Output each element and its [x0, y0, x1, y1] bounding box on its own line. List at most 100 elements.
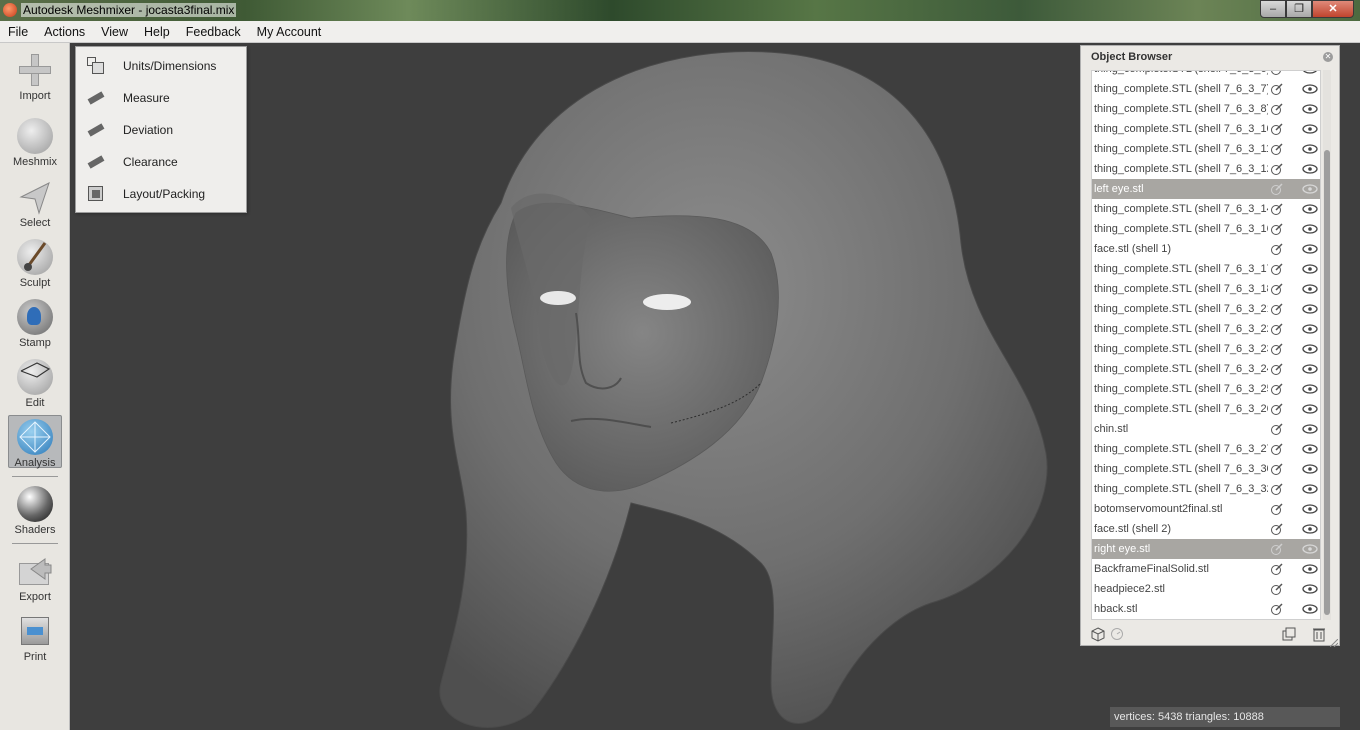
minimize-button[interactable]: – — [1260, 0, 1286, 18]
object-row[interactable]: thing_complete.STL (shell 7_6_3_30) — [1092, 459, 1320, 479]
clearance-item[interactable]: Clearance — [76, 146, 246, 178]
object-row[interactable]: left eye.stl — [1092, 179, 1320, 199]
visibility-eye-icon[interactable] — [1302, 383, 1318, 395]
visibility-eye-icon[interactable] — [1302, 483, 1318, 495]
object-row[interactable]: face.stl (shell 1) — [1092, 239, 1320, 259]
visibility-eye-icon[interactable] — [1302, 263, 1318, 275]
menu-my-account[interactable]: My Account — [249, 21, 330, 43]
visibility-eye-icon[interactable] — [1302, 283, 1318, 295]
visibility-eye-icon[interactable] — [1302, 563, 1318, 575]
visibility-eye-icon[interactable] — [1302, 503, 1318, 515]
object-row[interactable]: thing_complete.STL (shell 7_6_3_21) — [1092, 299, 1320, 319]
meshmix-tool[interactable]: Meshmix — [8, 115, 62, 168]
object-row[interactable]: thing_complete.STL (shell 7_6_3_14) — [1092, 199, 1320, 219]
scrollbar-thumb[interactable] — [1324, 150, 1330, 615]
visibility-eye-icon[interactable] — [1302, 243, 1318, 255]
visibility-eye-icon[interactable] — [1302, 423, 1318, 435]
edit-object-icon[interactable] — [1270, 382, 1284, 396]
import-tool[interactable]: Import — [8, 49, 62, 102]
edit-object-icon[interactable] — [1270, 442, 1284, 456]
edit-object-icon[interactable] — [1270, 582, 1284, 596]
object-row[interactable]: thing_complete.STL (shell 7_6_3_24) — [1092, 359, 1320, 379]
object-row[interactable]: thing_complete.STL (shell 7_6_3_27) — [1092, 439, 1320, 459]
object-row[interactable]: thing_complete.STL (shell 7_6_3_12) — [1092, 159, 1320, 179]
object-row[interactable]: botomservomount2final.stl — [1092, 499, 1320, 519]
edit-object-icon[interactable] — [1270, 602, 1284, 616]
visibility-eye-icon[interactable] — [1302, 583, 1318, 595]
visibility-eye-icon[interactable] — [1302, 543, 1318, 555]
edit-object-icon[interactable] — [1270, 162, 1284, 176]
analysis-tool[interactable]: Analysis — [8, 415, 62, 469]
resize-grip-icon[interactable] — [1329, 636, 1339, 648]
object-row[interactable]: BackframeFinalSolid.stl — [1092, 559, 1320, 579]
edit-object-icon[interactable] — [1270, 462, 1284, 476]
export-tool[interactable]: Export — [8, 550, 62, 603]
sculpt-tool[interactable]: Sculpt — [8, 236, 62, 289]
units-dimensions-item[interactable]: Units/Dimensions — [76, 50, 246, 82]
visibility-eye-icon[interactable] — [1302, 203, 1318, 215]
edit-object-icon[interactable] — [1270, 402, 1284, 416]
edit-object-icon[interactable] — [1270, 322, 1284, 336]
edit-object-icon[interactable] — [1270, 142, 1284, 156]
edit-object-icon[interactable] — [1270, 522, 1284, 536]
edit-object-icon[interactable] — [1270, 222, 1284, 236]
visibility-eye-icon[interactable] — [1302, 71, 1318, 75]
visibility-eye-icon[interactable] — [1302, 163, 1318, 175]
object-row[interactable]: thing_complete.STL (shell 7_6_3_11) — [1092, 139, 1320, 159]
close-icon[interactable]: ✕ — [1323, 52, 1333, 62]
edit-tool[interactable]: Edit — [8, 356, 62, 409]
edit-object-icon[interactable] — [1270, 562, 1284, 576]
visibility-eye-icon[interactable] — [1302, 123, 1318, 135]
edit-object-icon[interactable] — [1270, 342, 1284, 356]
edit-object-icon[interactable] — [1270, 302, 1284, 316]
object-list-scrollbar[interactable] — [1323, 70, 1331, 620]
edit-object-icon[interactable] — [1270, 422, 1284, 436]
object-row[interactable]: chin.stl — [1092, 419, 1320, 439]
shaders-tool[interactable]: Shaders — [8, 483, 62, 536]
object-row[interactable]: thing_complete.STL (shell 7_6_3_25) — [1092, 379, 1320, 399]
visibility-eye-icon[interactable] — [1302, 103, 1318, 115]
edit-object-icon[interactable] — [1270, 542, 1284, 556]
visibility-eye-icon[interactable] — [1302, 183, 1318, 195]
object-row[interactable]: hback.stl — [1092, 599, 1320, 619]
visibility-eye-icon[interactable] — [1302, 443, 1318, 455]
visibility-eye-icon[interactable] — [1302, 223, 1318, 235]
edit-object-icon[interactable] — [1270, 502, 1284, 516]
object-row[interactable]: thing_complete.STL (shell 7_6_3_8) — [1092, 99, 1320, 119]
visibility-eye-icon[interactable] — [1302, 403, 1318, 415]
object-list[interactable]: thing_complete.STL (shell 7_6_3_6) thing_… — [1091, 70, 1321, 620]
menu-actions[interactable]: Actions — [36, 21, 93, 43]
edit-object-icon[interactable] — [1270, 202, 1284, 216]
visibility-eye-icon[interactable] — [1302, 303, 1318, 315]
cube-icon[interactable] — [1090, 626, 1106, 642]
menu-feedback[interactable]: Feedback — [178, 21, 249, 43]
object-row[interactable]: right eye.stl — [1092, 539, 1320, 559]
edit-object-icon[interactable] — [1270, 242, 1284, 256]
menu-help[interactable]: Help — [136, 21, 178, 43]
object-row[interactable]: headpiece2.stl — [1092, 579, 1320, 599]
edit-object-icon[interactable] — [1270, 122, 1284, 136]
object-row[interactable]: face.stl (shell 2) — [1092, 519, 1320, 539]
object-row[interactable]: thing_complete.STL (shell 7_6_3_23) — [1092, 339, 1320, 359]
visibility-eye-icon[interactable] — [1302, 523, 1318, 535]
visibility-eye-icon[interactable] — [1302, 463, 1318, 475]
stamp-tool[interactable]: Stamp — [8, 296, 62, 349]
visibility-eye-icon[interactable] — [1302, 363, 1318, 375]
measure-item[interactable]: Measure — [76, 82, 246, 114]
duplicate-icon[interactable] — [1281, 626, 1297, 642]
visibility-eye-icon[interactable] — [1302, 343, 1318, 355]
visibility-eye-icon[interactable] — [1302, 323, 1318, 335]
object-row[interactable]: thing_complete.STL (shell 7_6_3_22) — [1092, 319, 1320, 339]
object-row[interactable]: thing_complete.STL (shell 7_6_3_6) — [1092, 71, 1320, 79]
object-row[interactable]: thing_complete.STL (shell 7_6_3_10) — [1092, 119, 1320, 139]
object-row[interactable]: thing_complete.STL (shell 7_6_3_26) — [1092, 399, 1320, 419]
edit-object-icon[interactable] — [1270, 182, 1284, 196]
maximize-button[interactable]: ❐ — [1286, 0, 1312, 18]
object-row[interactable]: thing_complete.STL (shell 7_6_3_7) — [1092, 79, 1320, 99]
visibility-eye-icon[interactable] — [1302, 83, 1318, 95]
edit-object-icon[interactable] — [1270, 482, 1284, 496]
object-row[interactable]: thing_complete.STL (shell 7_6_3_17) — [1092, 259, 1320, 279]
deviation-item[interactable]: Deviation — [76, 114, 246, 146]
refresh-icon[interactable] — [1109, 626, 1125, 642]
menu-file[interactable]: File — [0, 21, 36, 43]
